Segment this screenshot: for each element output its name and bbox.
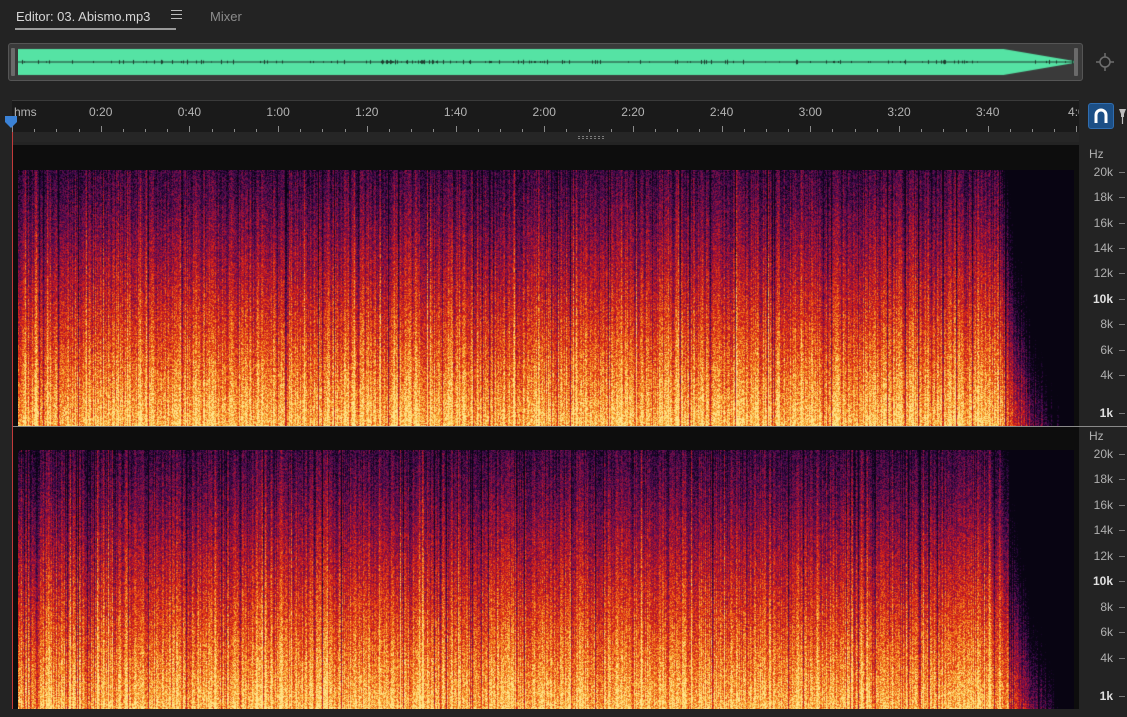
frequency-label: 1k	[1099, 406, 1113, 420]
ruler-time-label: 2:40	[709, 105, 734, 119]
hz-unit-label: Hz	[1089, 147, 1104, 161]
ruler-time-label: 2:00	[532, 105, 556, 119]
frequency-label: 8k	[1100, 599, 1113, 614]
frequency-tick	[1119, 606, 1125, 608]
frequency-label: 14k	[1093, 523, 1113, 538]
frequency-tick	[1119, 298, 1125, 300]
hz-unit-label: Hz	[1089, 429, 1104, 443]
ruler-time-label: 3:00	[798, 105, 822, 119]
ruler-time-label: 3:20	[887, 105, 911, 119]
frequency-tick	[1119, 273, 1125, 275]
frequency-label: 10k	[1092, 291, 1113, 306]
frequency-label: 16k	[1093, 215, 1113, 230]
frequency-tick	[1119, 632, 1125, 634]
frequency-tick	[1119, 374, 1125, 376]
snap-toggle-button[interactable]	[1088, 103, 1114, 129]
frequency-tick	[1119, 530, 1125, 532]
playhead-marker-icon[interactable]	[4, 115, 18, 129]
zoom-crosshair-icon[interactable]	[1095, 52, 1115, 72]
spectral-channel-left[interactable]	[12, 145, 1079, 426]
frequency-label: 6k	[1100, 625, 1113, 640]
frequency-label: 10k	[1092, 574, 1113, 589]
frequency-label: 18k	[1093, 472, 1113, 487]
frequency-label: 20k	[1093, 165, 1113, 179]
spectral-channel-right[interactable]	[12, 427, 1079, 709]
frequency-label: 6k	[1100, 342, 1113, 357]
frequency-tick	[1119, 248, 1125, 250]
playhead-line	[12, 132, 13, 709]
overview-left-handle[interactable]	[11, 48, 15, 76]
ruler-time-label: 4:0	[1068, 105, 1079, 119]
frequency-tick	[1119, 555, 1125, 557]
pin-icon[interactable]	[1118, 108, 1127, 124]
frequency-label: 8k	[1100, 317, 1113, 332]
frequency-tick	[1119, 172, 1125, 173]
ruler-time-label: 1:00	[266, 105, 290, 119]
frequency-label: 14k	[1093, 241, 1113, 256]
frequency-label: 1k	[1099, 689, 1113, 703]
ruler-time-label: 0:40	[177, 105, 202, 119]
ruler-divider	[12, 132, 1079, 142]
frequency-tick	[1119, 581, 1125, 583]
frequency-label: 12k	[1093, 548, 1113, 563]
ruler-time-label: 1:40	[443, 105, 468, 119]
spectrogram-right[interactable]	[18, 450, 1074, 709]
ruler-time-label: 0:20	[89, 105, 113, 119]
panel-tabs: Editor: 03. Abismo.mp3 Mixer	[0, 0, 1127, 36]
frequency-tick	[1119, 222, 1125, 224]
magnet-icon	[1094, 108, 1108, 123]
frequency-tick	[1119, 696, 1125, 697]
frequency-tick	[1119, 504, 1125, 506]
frequency-label: 12k	[1093, 266, 1113, 281]
frequency-tick	[1119, 454, 1125, 455]
ruler-time-label: 1:20	[355, 105, 379, 119]
frequency-scale-right: Hz 20k 18k 16k 14k 12k 10k 8k 6k 4k 1k	[1079, 427, 1127, 709]
overview-waveform[interactable]	[18, 47, 1075, 77]
frequency-scale-left: Hz 20k 18k 16k 14k 12k 10k 8k 6k 4k 1k	[1079, 145, 1127, 426]
frequency-label: 18k	[1093, 190, 1113, 205]
spectrogram-left[interactable]	[18, 170, 1074, 426]
frequency-tick	[1119, 657, 1125, 659]
frequency-tick	[1119, 479, 1125, 481]
time-ruler[interactable]: hms 0:20 0:40 1:00 1:20 1:40 2:00 2:20 2:40 3:00…	[12, 100, 1079, 133]
hamburger-icon[interactable]	[171, 10, 182, 24]
frequency-label: 4k	[1100, 367, 1113, 382]
tab-editor[interactable]: Editor: 03. Abismo.mp3	[14, 9, 177, 30]
resize-grip-icon[interactable]	[578, 136, 606, 139]
frequency-label: 16k	[1093, 497, 1113, 512]
overview-right-handle[interactable]	[1074, 48, 1078, 76]
frequency-label: 20k	[1093, 447, 1113, 461]
frequency-tick	[1119, 197, 1125, 199]
ruler-time-label: 2:20	[621, 105, 645, 119]
frequency-tick	[1119, 413, 1125, 414]
tab-mixer[interactable]: Mixer	[210, 9, 242, 25]
frequency-tick	[1119, 324, 1125, 326]
frequency-label: 4k	[1100, 650, 1113, 665]
frequency-tick	[1119, 349, 1125, 351]
overview-bar[interactable]	[8, 43, 1083, 81]
ruler-time-label: 3:40	[976, 105, 1000, 119]
